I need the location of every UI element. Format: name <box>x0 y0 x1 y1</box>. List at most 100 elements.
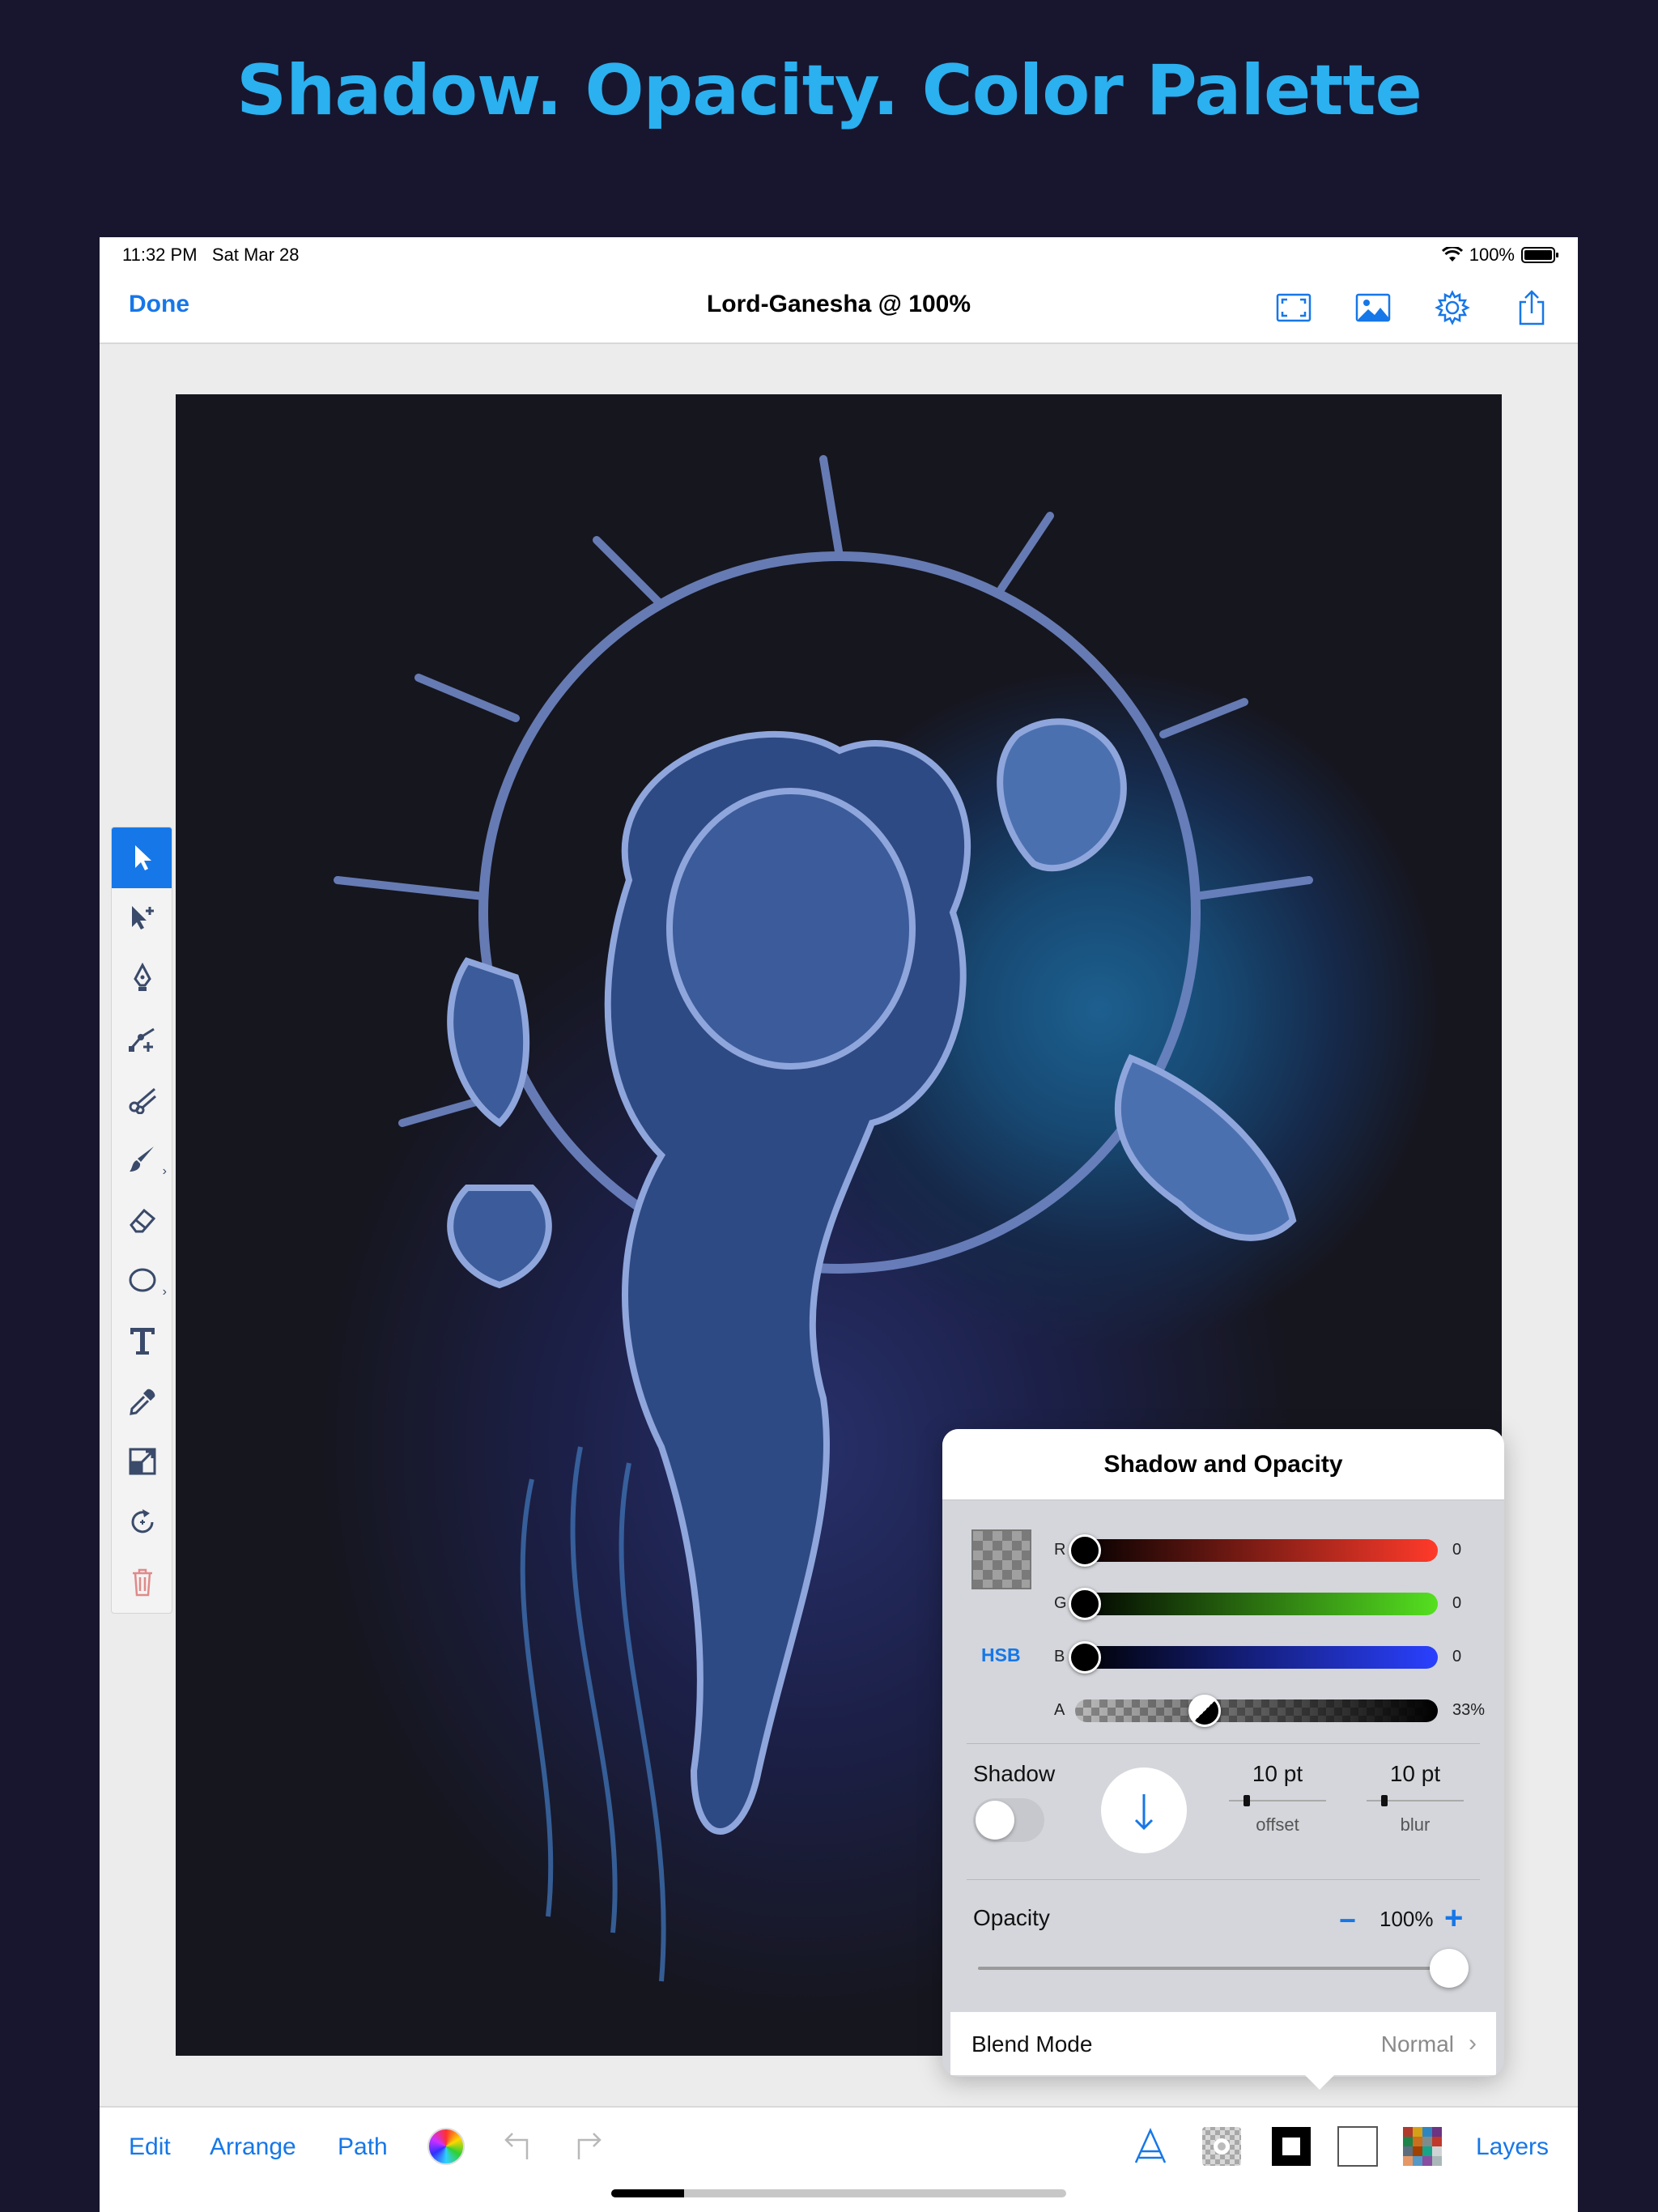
slider-green: G 0 <box>942 1588 1504 1620</box>
opacity-slider-thumb[interactable] <box>1430 1949 1469 1988</box>
shadow-opacity-icon <box>1202 2127 1241 2166</box>
undo-button[interactable] <box>495 2124 540 2169</box>
shadow-blur-thumb[interactable] <box>1381 1795 1388 1806</box>
toggle-knob <box>976 1801 1014 1840</box>
battery-percent: 100% <box>1469 245 1515 265</box>
slider-green-value: 0 <box>1452 1594 1462 1612</box>
tool-delete[interactable] <box>112 1552 172 1613</box>
fill-color-button[interactable] <box>1335 2124 1380 2169</box>
slider-red-track[interactable] <box>1075 1539 1438 1562</box>
slider-alpha-value: 33% <box>1452 1701 1486 1719</box>
slider-alpha-track[interactable] <box>1075 1699 1438 1722</box>
palette-grid-icon <box>1403 2127 1442 2166</box>
tool-scale[interactable] <box>112 1431 172 1492</box>
hsb-mode-button[interactable]: HSB <box>981 1644 1021 1666</box>
slider-green-track[interactable] <box>1075 1593 1438 1615</box>
shadow-offset-thumb[interactable] <box>1244 1795 1250 1806</box>
shadow-direction-dial[interactable] <box>1101 1767 1187 1853</box>
edit-menu-button[interactable]: Edit <box>129 2133 171 2161</box>
blend-mode-value: Normal <box>1380 2031 1454 2057</box>
brush-submenu-indicator: › <box>162 1163 167 1178</box>
arrange-menu-button[interactable]: Arrange <box>210 2133 296 2161</box>
color-wheel-icon <box>427 2128 465 2165</box>
scale-icon <box>129 1448 156 1475</box>
slider-blue-label: B <box>1054 1648 1065 1665</box>
trash-icon <box>133 1569 152 1597</box>
popover-title: Shadow and Opacity <box>942 1429 1504 1500</box>
fullscreen-icon <box>1276 293 1312 322</box>
share-button[interactable] <box>1510 286 1554 330</box>
status-right: 100% <box>1441 245 1558 266</box>
share-icon <box>1519 290 1545 325</box>
tool-direct-select[interactable] <box>112 888 172 949</box>
shadow-offset-label: offset <box>1256 1814 1299 1835</box>
chevron-right-icon: › <box>1469 2030 1477 2057</box>
shadow-blur: 10 pt blur <box>1358 1761 1472 1836</box>
stroke-color-button[interactable] <box>1269 2124 1314 2169</box>
slider-green-thumb[interactable] <box>1069 1588 1101 1620</box>
scissors-icon <box>129 1087 156 1114</box>
fullscreen-button[interactable] <box>1272 286 1316 330</box>
slider-alpha: A 33% <box>942 1695 1504 1727</box>
tool-text[interactable] <box>112 1311 172 1372</box>
settings-button[interactable] <box>1431 286 1474 330</box>
shadow-blur-slider[interactable] <box>1367 1792 1464 1810</box>
slider-red-thumb[interactable] <box>1069 1534 1101 1567</box>
nav-icons <box>1272 286 1554 330</box>
pen-nib-icon <box>134 963 151 992</box>
eraser-icon <box>130 1208 156 1233</box>
tool-select[interactable] <box>112 827 172 888</box>
divider <box>967 1743 1480 1744</box>
tool-node[interactable] <box>112 1009 172 1070</box>
slider-red: R 0 <box>942 1534 1504 1567</box>
gear-icon <box>1435 290 1470 325</box>
popover-caret <box>1305 2075 1334 2090</box>
shadow-label: Shadow <box>973 1761 1056 1786</box>
status-date: Sat Mar 28 <box>211 245 300 265</box>
direct-select-icon <box>132 905 154 929</box>
shape-submenu-indicator: › <box>162 1284 167 1299</box>
shadow-blur-label: blur <box>1400 1814 1431 1835</box>
stroke-swatch-icon <box>1272 2127 1311 2166</box>
color-picker-button[interactable] <box>423 2124 469 2169</box>
fill-swatch-icon <box>1337 2126 1378 2167</box>
typography-button[interactable] <box>1128 2124 1173 2169</box>
tool-pen[interactable] <box>112 948 172 1009</box>
slider-blue-track[interactable] <box>1075 1646 1438 1669</box>
battery-icon <box>1521 247 1558 263</box>
shadow-offset-slider[interactable] <box>1229 1792 1326 1810</box>
slider-red-label: R <box>1054 1541 1066 1559</box>
tool-eraser[interactable] <box>112 1190 172 1251</box>
brush-icon <box>130 1146 154 1172</box>
redo-icon <box>577 2133 602 2159</box>
blend-mode-row[interactable]: Blend Mode Normal › <box>950 2012 1496 2075</box>
opacity-slider-track[interactable] <box>978 1967 1449 1970</box>
ellipse-icon <box>129 1268 156 1292</box>
layers-button[interactable]: Layers <box>1476 2133 1549 2161</box>
shadow-opacity-button[interactable] <box>1199 2124 1244 2169</box>
undo-icon <box>504 2133 529 2159</box>
tool-brush[interactable]: › <box>112 1129 172 1190</box>
shadow-toggle[interactable] <box>973 1798 1044 1842</box>
slider-alpha-label: A <box>1054 1701 1065 1719</box>
palette-button[interactable] <box>1400 2124 1445 2169</box>
opacity-label: Opacity <box>973 1905 1050 1930</box>
path-menu-button[interactable]: Path <box>338 2133 388 2161</box>
tools-palette: › › <box>111 827 172 1614</box>
arrow-pointer-icon <box>135 845 151 871</box>
opacity-increase-button[interactable]: + <box>1444 1900 1463 1937</box>
tool-scissors[interactable] <box>112 1069 172 1129</box>
tool-eyedropper[interactable] <box>112 1371 172 1431</box>
opacity-decrease-button[interactable]: − <box>1339 1904 1356 1938</box>
shadow-offset-value: 10 pt <box>1252 1761 1303 1786</box>
tool-rotate[interactable] <box>112 1492 172 1553</box>
redo-button[interactable] <box>566 2124 611 2169</box>
ipad-screen: 11:32 PM Sat Mar 28 100% Done Lord-Ganes… <box>100 237 1578 2212</box>
slider-alpha-thumb[interactable] <box>1188 1695 1221 1727</box>
tool-ellipse[interactable]: › <box>112 1250 172 1311</box>
slider-blue-thumb[interactable] <box>1069 1641 1101 1674</box>
image-button[interactable] <box>1351 286 1395 330</box>
shadow-offset: 10 pt offset <box>1221 1761 1334 1836</box>
slider-blue-value: 0 <box>1452 1648 1462 1665</box>
navigation-bar: Done Lord-Ganesha @ 100% <box>100 271 1578 344</box>
